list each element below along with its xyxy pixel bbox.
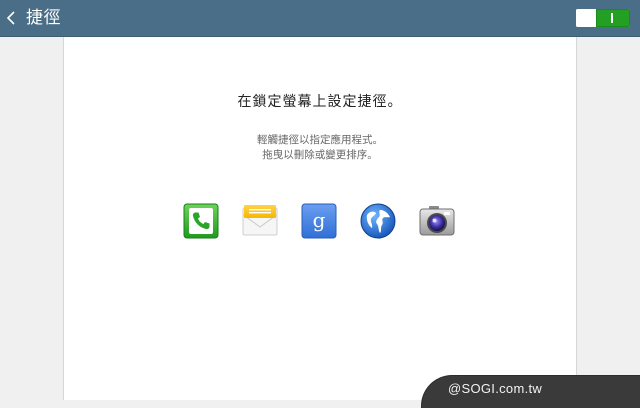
switch-thumb — [576, 9, 596, 27]
chevron-left-icon — [6, 11, 15, 25]
svg-text:g: g — [313, 208, 326, 232]
browser-globe-icon[interactable] — [360, 203, 396, 239]
action-bar: 捷徑 — [0, 0, 640, 37]
shortcut-settings-panel: 在鎖定螢幕上設定捷徑。 輕觸捷徑以指定應用程式。 拖曳以刪除或變更排序。 g — [63, 37, 577, 400]
description-line-1: 輕觸捷徑以指定應用程式。 — [257, 134, 383, 146]
message-icon[interactable] — [242, 203, 278, 239]
shortcuts-toggle-switch[interactable] — [576, 9, 630, 27]
back-button[interactable]: 捷徑 — [0, 0, 70, 37]
google-search-icon[interactable]: g — [301, 203, 337, 239]
switch-track — [596, 9, 630, 27]
switch-on-mark — [611, 13, 613, 23]
description-line-2: 拖曳以刪除或變更排序。 — [262, 149, 378, 161]
camera-icon[interactable] — [419, 203, 455, 239]
phone-icon[interactable] — [183, 203, 219, 239]
headline: 在鎖定螢幕上設定捷徑。 — [237, 94, 403, 110]
watermark-text: @SOGI.com.tw — [448, 381, 543, 396]
page-title: 捷徑 — [26, 8, 61, 28]
